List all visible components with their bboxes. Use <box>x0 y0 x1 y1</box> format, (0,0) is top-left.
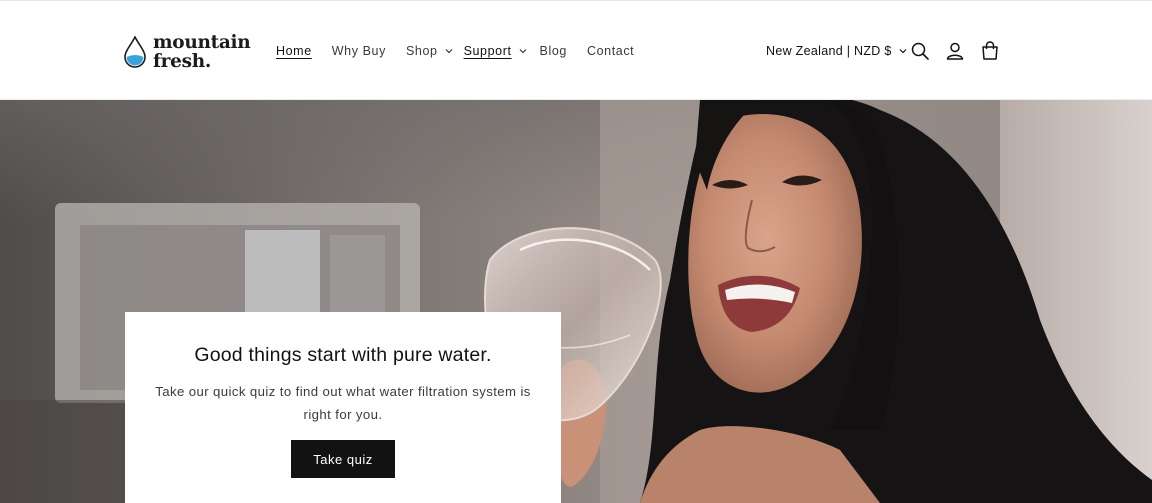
nav-item-label: Blog <box>539 44 567 58</box>
brand-line-1: mountain <box>153 32 251 53</box>
chevron-down-icon <box>445 49 452 54</box>
brand-wordmark: mountain fresh. <box>153 32 251 72</box>
nav-item-label: Support <box>463 44 512 58</box>
nav-item-label: Contact <box>586 44 635 58</box>
nav-item-why-buy[interactable]: Why Buy <box>332 44 386 58</box>
take-quiz-button[interactable]: Take quiz <box>291 440 395 478</box>
promo-body: Take our quick quiz to find out what wat… <box>155 384 531 422</box>
water-drop-icon <box>124 36 146 68</box>
search-icon[interactable] <box>909 40 931 62</box>
chevron-down-icon <box>519 49 526 54</box>
nav-item-contact[interactable]: Contact <box>587 44 634 58</box>
nav-item-label: Shop <box>405 44 438 58</box>
country-currency-selector[interactable]: New Zealand | NZD $ <box>766 41 908 61</box>
nav-item-shop[interactable]: Shop <box>406 44 454 58</box>
chevron-down-icon <box>899 49 907 54</box>
nav-item-label: Home <box>276 44 312 58</box>
nav-item-label: Why Buy <box>331 44 386 58</box>
brand-line-2: fresh. <box>153 51 211 72</box>
quiz-promo-card: Good things start with pure water. Take … <box>125 312 561 503</box>
site-header: mountain fresh. Home Why Buy Shop Suppor… <box>0 1 1152 100</box>
country-currency-label: New Zealand | NZD $ <box>766 44 892 58</box>
nav-item-home[interactable]: Home <box>276 44 312 58</box>
nav-item-support[interactable]: Support <box>464 44 528 58</box>
hero-banner: Good things start with pure water. Take … <box>0 100 1152 503</box>
nav-item-blog[interactable]: Blog <box>540 44 567 58</box>
cart-icon[interactable] <box>979 40 1001 62</box>
promo-title: Good things start with pure water. <box>194 344 492 366</box>
brand-logo[interactable]: mountain fresh. <box>124 31 254 73</box>
account-icon[interactable] <box>944 40 966 62</box>
main-nav: Home Why Buy Shop Support Blog Contact <box>276 41 654 61</box>
